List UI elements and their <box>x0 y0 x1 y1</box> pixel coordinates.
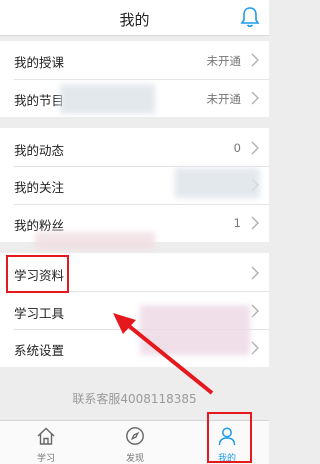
list-item-my-courses[interactable]: 我的授课 未开通 <box>0 41 269 79</box>
blur-patch <box>35 232 155 250</box>
blur-patch <box>140 305 250 355</box>
list-item-value: 未开通 <box>206 92 242 106</box>
tab-label: 学习 <box>36 454 55 464</box>
app-screen: 我的 我的授课 未开通 我的节目 未开通 我的动态 0 我的关注 我的粉丝 1 … <box>0 0 269 464</box>
chevron-right-icon <box>251 91 259 105</box>
chevron-right-icon <box>251 304 259 318</box>
blur-patch <box>60 84 155 114</box>
list-item-label: 我的节目 <box>14 93 65 108</box>
page-title: 我的 <box>119 11 150 29</box>
blur-patch <box>175 168 260 198</box>
list-item-label: 学习工具 <box>14 306 65 321</box>
tab-label: 发现 <box>125 454 144 464</box>
list-item-value: 未开通 <box>206 54 242 68</box>
home-icon <box>37 427 55 445</box>
chevron-right-icon <box>251 53 259 67</box>
compass-icon <box>126 427 144 445</box>
list-item-value: 0 <box>233 141 241 155</box>
chevron-right-icon <box>251 141 259 155</box>
customer-service-text: 联系客服4008118385 <box>72 392 197 406</box>
list-item-label: 我的授课 <box>14 55 65 70</box>
bell-icon[interactable] <box>239 5 261 29</box>
chevron-right-icon <box>251 266 259 280</box>
chevron-right-icon <box>251 341 259 355</box>
annotation-box-me-tab <box>207 412 252 463</box>
list-item-my-posts[interactable]: 我的动态 0 <box>0 128 269 166</box>
tab-discover[interactable]: 发现 <box>105 421 165 464</box>
chevron-right-icon <box>251 216 259 230</box>
list-item-label: 系统设置 <box>14 343 65 358</box>
list-item-value: 1 <box>233 216 241 230</box>
tab-study[interactable]: 学习 <box>16 421 76 464</box>
header-bar: 我的 <box>0 0 269 36</box>
annotation-box-study-materials <box>6 255 69 293</box>
list-item-label: 我的关注 <box>14 180 65 195</box>
list-item-label: 我的动态 <box>14 143 65 158</box>
